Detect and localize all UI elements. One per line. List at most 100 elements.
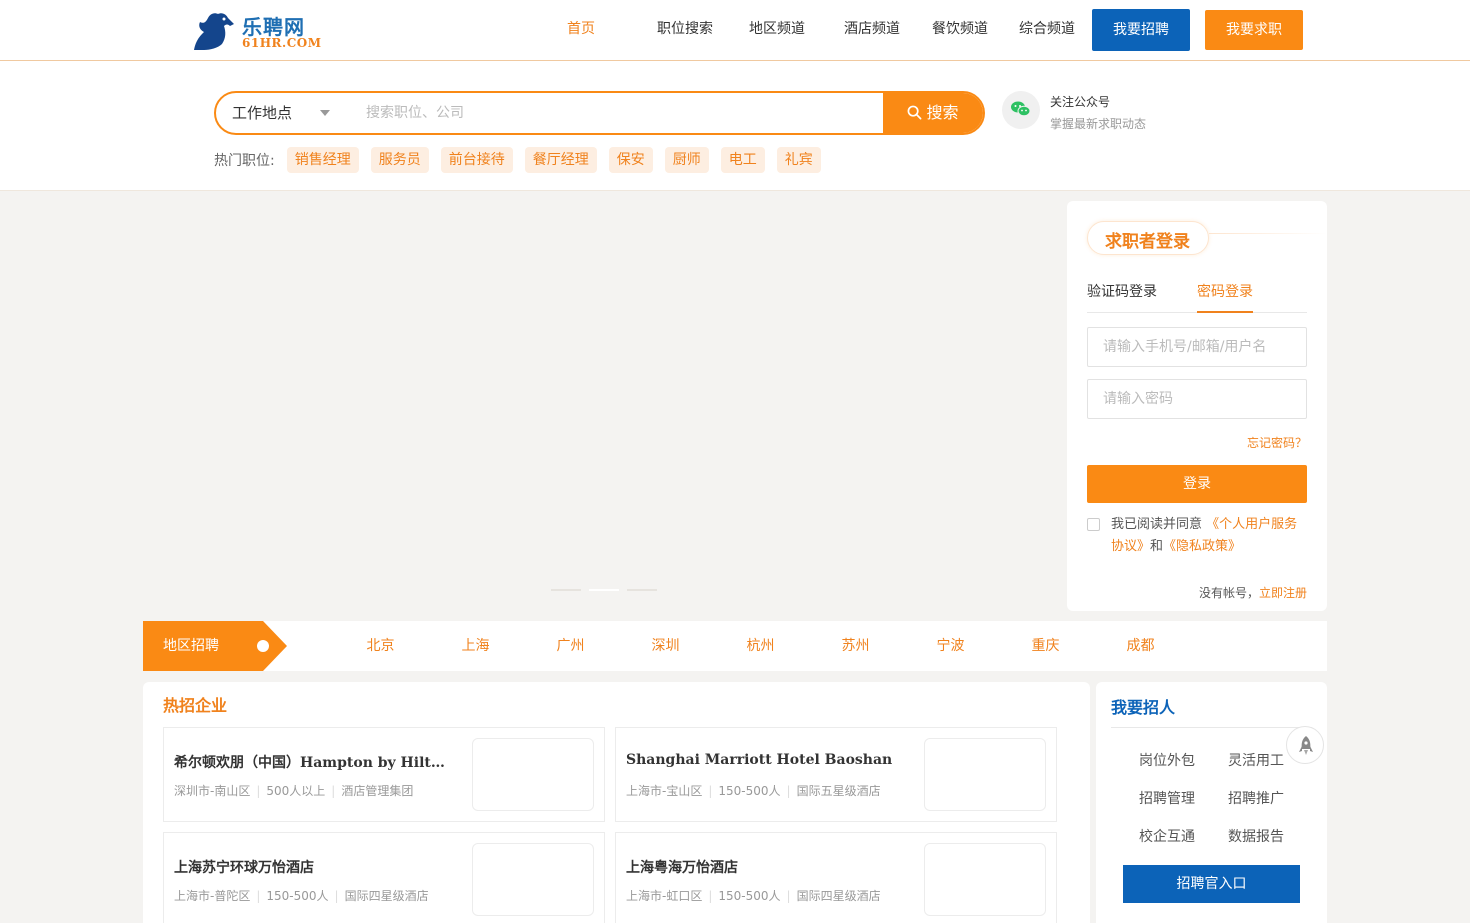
city-link[interactable]: 北京 — [333, 621, 428, 671]
header: 乐聘网 61HR.COM 首页 职位搜索 地区频道 酒店频道 餐饮频道 综合频道… — [0, 0, 1470, 61]
agree-prefix: 我已阅读并同意 — [1111, 517, 1203, 532]
company-type: 国际四星级酒店 — [796, 889, 881, 903]
company-size: 150-500人 — [718, 889, 781, 903]
company-card[interactable]: Shanghai Marriott Hotel Baoshan 上海市-宝山区 |… — [615, 727, 1057, 822]
logo-en-text: 61HR.COM — [242, 36, 322, 50]
agreement-text: 我已阅读并同意 《个人用户服务协议》和《隐私政策》 — [1087, 514, 1307, 558]
tab-password-login[interactable]: 密码登录 — [1197, 281, 1253, 313]
hot-jobs: 热门职位: 销售经理 服务员 前台接待 餐厅经理 保安 厨师 电工 礼宾 — [214, 147, 833, 173]
login-button[interactable]: 登录 — [1087, 465, 1307, 503]
company-logo — [924, 843, 1046, 916]
carousel-dot[interactable] — [627, 589, 657, 591]
carousel-dot-active[interactable] — [589, 589, 619, 591]
separator: | — [334, 889, 339, 903]
company-name: 希尔顿欢朋（中国）Hampton by Hilton (China) — [174, 755, 454, 771]
search-input[interactable] — [366, 93, 876, 133]
hot-tag[interactable]: 电工 — [720, 147, 765, 173]
recruiter-link[interactable]: 招聘推广 — [1228, 788, 1284, 808]
hot-tag[interactable]: 服务员 — [370, 147, 429, 173]
back-to-top-button[interactable] — [1286, 726, 1324, 764]
company-logo — [472, 843, 594, 916]
hot-tag[interactable]: 礼宾 — [776, 147, 821, 173]
wechat-follow[interactable]: 关注公众号 掌握最新求职动态 — [1000, 89, 1200, 133]
hot-tag[interactable]: 厨师 — [664, 147, 709, 173]
privacy-policy-link[interactable]: 《隐私政策》 — [1163, 539, 1241, 554]
hot-companies-title: 热招企业 — [163, 696, 228, 715]
nav-catering[interactable]: 餐饮频道 — [916, 0, 1004, 60]
city-link[interactable]: 杭州 — [713, 621, 808, 671]
recruiter-divider — [1111, 727, 1312, 728]
region-dot-icon — [257, 640, 269, 652]
agree-checkbox[interactable] — [1087, 518, 1100, 531]
company-meta: 上海市-宝山区 | 150-500人 | 国际五星级酒店 — [626, 782, 881, 799]
login-title: 求职者登录 — [1105, 232, 1190, 252]
tab-code-login[interactable]: 验证码登录 — [1087, 281, 1157, 313]
nav-general[interactable]: 综合频道 — [1004, 0, 1090, 60]
company-card[interactable]: 希尔顿欢朋（中国）Hampton by Hilton (China) 深圳市-南… — [163, 727, 605, 822]
company-type: 国际四星级酒店 — [344, 889, 429, 903]
main-nav: 首页 职位搜索 地区频道 酒店频道 餐饮频道 综合频道 — [550, 0, 1090, 60]
banner-carousel[interactable] — [0, 192, 1060, 612]
nav-home[interactable]: 首页 — [550, 0, 612, 60]
company-meta: 深圳市-南山区 | 500人以上 | 酒店管理集团 — [174, 782, 413, 799]
city-link[interactable]: 上海 — [428, 621, 523, 671]
recruiter-link[interactable]: 数据报告 — [1228, 826, 1284, 846]
search-section: 工作地点 搜索 热门职位: 销售经理 服务员 前台接待 餐厅经理 保安 厨师 电… — [0, 61, 1470, 191]
horse-logo-icon — [194, 13, 234, 51]
job-seek-button[interactable]: 我要求职 — [1205, 10, 1303, 50]
company-logo — [924, 738, 1046, 811]
nav-hotel[interactable]: 酒店频道 — [828, 0, 916, 60]
hot-tag[interactable]: 销售经理 — [286, 147, 359, 173]
wechat-icon — [1002, 91, 1040, 129]
separator: | — [331, 784, 336, 798]
separator: | — [256, 889, 261, 903]
company-name: Shanghai Marriott Hotel Baoshan — [626, 752, 893, 768]
region-label: 地区招聘 — [143, 621, 263, 671]
caret-down-icon — [320, 110, 330, 116]
recruiter-entry-button[interactable]: 招聘官入口 — [1123, 865, 1300, 903]
nav-region[interactable]: 地区频道 — [740, 0, 814, 60]
recruiter-panel: 我要招人 岗位外包 灵活用工 招聘管理 招聘推广 校企互通 数据报告 招聘官入口 — [1096, 682, 1327, 923]
hot-tag[interactable]: 前台接待 — [440, 147, 513, 173]
city-link[interactable]: 广州 — [523, 621, 618, 671]
separator: | — [786, 784, 791, 798]
password-input[interactable] — [1087, 379, 1307, 419]
city-link[interactable]: 宁波 — [903, 621, 998, 671]
hot-jobs-label: 热门职位: — [214, 153, 275, 169]
nav-job-search[interactable]: 职位搜索 — [630, 0, 740, 60]
register-link[interactable]: 立即注册 — [1259, 586, 1307, 600]
company-card[interactable]: 上海苏宁环球万怡酒店 上海市-普陀区 | 150-500人 | 国际四星级酒店 — [163, 832, 605, 923]
separator: | — [786, 889, 791, 903]
forgot-password-link[interactable]: 忘记密码？ — [1247, 434, 1307, 451]
city-link[interactable]: 深圳 — [618, 621, 713, 671]
recruit-button[interactable]: 我要招聘 — [1092, 9, 1190, 51]
company-location: 上海市-虹口区 — [626, 889, 703, 903]
city-link[interactable]: 重庆 — [998, 621, 1093, 671]
city-link[interactable]: 苏州 — [808, 621, 903, 671]
login-title-badge: 求职者登录 — [1087, 221, 1209, 255]
site-logo[interactable]: 乐聘网 61HR.COM — [190, 8, 322, 52]
search-button-label: 搜索 — [926, 103, 959, 122]
company-card[interactable]: 上海粤海万怡酒店 上海市-虹口区 | 150-500人 | 国际四星级酒店 — [615, 832, 1057, 923]
rocket-icon — [1299, 736, 1313, 755]
search-button[interactable]: 搜索 — [883, 93, 983, 133]
recruiter-link[interactable]: 招聘管理 — [1139, 788, 1195, 808]
company-size: 150-500人 — [718, 784, 781, 798]
recruiter-link[interactable]: 岗位外包 — [1139, 750, 1195, 770]
wechat-title: 关注公众号 — [1050, 95, 1111, 109]
title-divider — [1209, 233, 1327, 234]
agreement: 我已阅读并同意 《个人用户服务协议》和《隐私政策》 — [1087, 514, 1307, 558]
hot-tag[interactable]: 餐厅经理 — [524, 147, 597, 173]
no-account-text: 没有帐号， — [1198, 586, 1259, 600]
recruiter-link[interactable]: 校企互通 — [1139, 826, 1195, 846]
username-input[interactable] — [1087, 327, 1307, 367]
city-link[interactable]: 成都 — [1093, 621, 1188, 671]
carousel-dot[interactable] — [551, 589, 581, 591]
separator: | — [708, 784, 713, 798]
company-size: 150-500人 — [266, 889, 329, 903]
company-name: 上海苏宁环球万怡酒店 — [174, 860, 314, 876]
search-icon — [908, 105, 922, 120]
recruiter-link[interactable]: 灵活用工 — [1228, 750, 1284, 770]
company-type: 酒店管理集团 — [341, 784, 414, 798]
hot-tag[interactable]: 保安 — [608, 147, 653, 173]
